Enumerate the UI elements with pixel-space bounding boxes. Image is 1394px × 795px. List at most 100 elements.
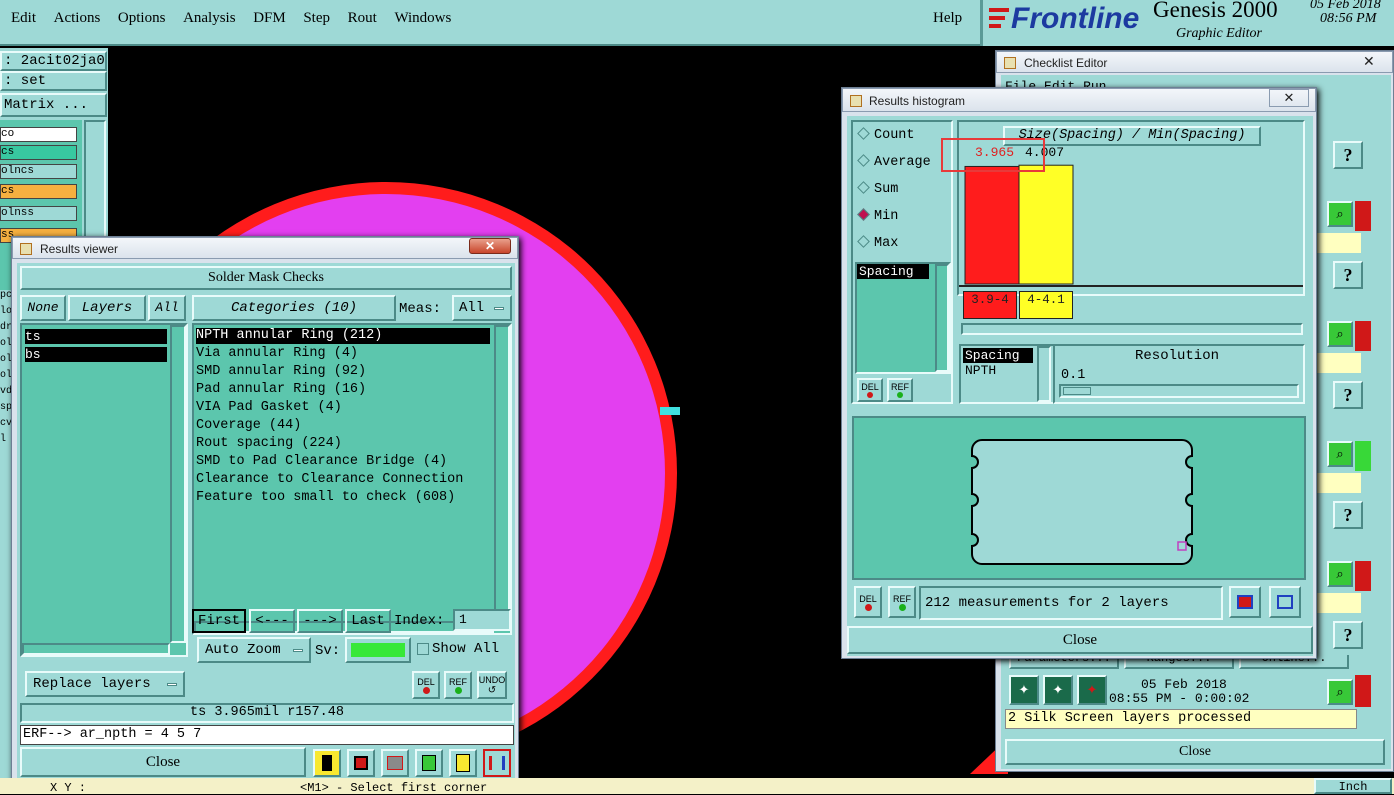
layers-scrollbar-h[interactable] [22, 643, 170, 655]
category-item[interactable]: Coverage (44) [196, 418, 301, 433]
checklist-title: Checklist Editor [1024, 56, 1108, 70]
resolution-slider[interactable] [1059, 384, 1299, 398]
category-item[interactable]: Feature too small to check (608) [196, 490, 455, 505]
category-item[interactable]: SMD to Pad Clearance Bridge (4) [196, 454, 447, 469]
status-red-flag [1355, 321, 1371, 351]
menu-rout[interactable]: Rout [348, 10, 377, 27]
run-icon[interactable]: ✦ [1077, 675, 1107, 705]
ref-button[interactable]: REF [888, 586, 916, 618]
help-button[interactable]: ? [1333, 261, 1363, 289]
spacing-scrollbar[interactable] [935, 264, 949, 372]
zoom-icon[interactable]: ⌕ [1327, 441, 1353, 467]
help-button[interactable]: ? [1333, 501, 1363, 529]
category-item[interactable]: Clearance to Clearance Connection [196, 472, 490, 487]
help-button[interactable]: ? [1333, 621, 1363, 649]
layer-cs2[interactable]: cs [0, 184, 77, 199]
menu-help[interactable]: Help [933, 10, 962, 27]
run-icon[interactable]: ✦ [1043, 675, 1073, 705]
layer-olncs[interactable]: olncs [0, 164, 77, 179]
menu-windows[interactable]: Windows [394, 10, 451, 27]
menu-step[interactable]: Step [303, 10, 330, 27]
graph-icon[interactable] [1269, 586, 1301, 618]
bins-scrollbar[interactable] [961, 323, 1303, 335]
report-icon[interactable] [449, 749, 477, 777]
prev-button[interactable]: <--- [249, 609, 295, 633]
ref-button[interactable]: REF [444, 671, 472, 699]
show-all-checkbox[interactable] [417, 643, 429, 655]
graph-icon[interactable] [1229, 586, 1261, 618]
histogram-close-button[interactable]: Close [847, 626, 1313, 654]
chip-icon[interactable] [381, 749, 409, 777]
run-icon[interactable]: ✦ [1009, 675, 1039, 705]
help-button[interactable]: ? [1333, 141, 1363, 169]
last-button[interactable]: Last [345, 609, 391, 633]
meas-scrollbar[interactable] [1037, 346, 1051, 402]
option-max[interactable]: Max [857, 235, 898, 251]
menu-edit[interactable]: Edit [11, 10, 36, 27]
meas-dropdown[interactable]: All [452, 295, 512, 321]
option-average[interactable]: Average [857, 154, 931, 170]
status-yellow-bar [1313, 593, 1361, 613]
layer-cs[interactable]: cs [0, 145, 77, 160]
del-button[interactable]: DEL [857, 378, 883, 402]
checklist-close-button[interactable]: Close [1005, 739, 1385, 765]
layer-item-ts[interactable]: ts [25, 329, 167, 344]
sv-label: Sv: [315, 643, 341, 659]
zoom-icon[interactable]: ⌕ [1327, 561, 1353, 587]
del-button[interactable]: DEL [412, 671, 440, 699]
close-icon[interactable]: ✕ [1269, 89, 1309, 107]
undo-button[interactable]: UNDO ↺ [477, 671, 507, 699]
zoom-dropdown[interactable]: Auto Zoom [197, 637, 311, 663]
spacing-list: Spacing [855, 262, 951, 374]
categories-list: NPTH annular Ring (212) Via annular Ring… [192, 323, 512, 635]
app-icon [1004, 57, 1016, 69]
category-item[interactable]: NPTH annular Ring (212) [196, 328, 490, 344]
all-layers-button[interactable]: All [148, 295, 186, 321]
help-button[interactable]: ? [1333, 381, 1363, 409]
layers-scrollbar-v[interactable] [170, 325, 186, 643]
close-icon[interactable]: ✕ [1363, 53, 1375, 70]
menu-analysis[interactable]: Analysis [183, 10, 236, 27]
close-button[interactable]: Close [20, 747, 306, 777]
none-button[interactable]: None [20, 295, 66, 321]
unit-button[interactable]: Inch [1314, 778, 1392, 794]
slider-thumb[interactable] [1063, 387, 1091, 395]
matrix-button[interactable]: Matrix ... [0, 93, 107, 117]
option-count[interactable]: Count [857, 127, 915, 143]
layer-co[interactable]: co [0, 127, 77, 142]
layer-item-bs[interactable]: bs [25, 347, 167, 362]
next-button[interactable]: ---> [297, 609, 343, 633]
option-min[interactable]: Min [857, 208, 898, 224]
measurement-item[interactable]: Spacing [963, 348, 1033, 363]
histogram-bar[interactable] [964, 165, 1020, 285]
category-item[interactable]: Pad annular Ring (16) [196, 382, 366, 397]
category-item[interactable]: VIA Pad Gasket (4) [196, 400, 342, 415]
category-item[interactable]: Rout spacing (224) [196, 436, 342, 451]
undo-icon: ↺ [487, 684, 497, 696]
layer-olnss[interactable]: olnss [0, 206, 77, 221]
replace-layers-dropdown[interactable]: Replace layers [25, 671, 185, 697]
category-item[interactable]: SMD annular Ring (92) [196, 364, 366, 379]
menu-options[interactable]: Options [118, 10, 166, 27]
category-item[interactable]: Via annular Ring (4) [196, 346, 358, 361]
close-icon[interactable]: ✕ [469, 238, 511, 254]
zoom-icon[interactable]: ⌕ [1327, 201, 1353, 227]
zoom-icon[interactable]: ⌕ [1327, 321, 1353, 347]
menu-actions[interactable]: Actions [54, 10, 101, 27]
option-label: Sum [874, 182, 899, 197]
histogram-bar[interactable] [1018, 164, 1074, 285]
spacing-list-item[interactable]: Spacing [857, 264, 929, 279]
first-button[interactable]: First [192, 609, 246, 633]
ref-button[interactable]: REF [887, 378, 913, 402]
menu-dfm[interactable]: DFM [253, 10, 286, 27]
histogram-icon[interactable] [483, 749, 511, 777]
severity-dropdown[interactable] [345, 637, 411, 663]
index-input[interactable]: 1 [453, 609, 511, 631]
categories-scrollbar-v[interactable] [494, 325, 510, 621]
compare-icon[interactable] [415, 749, 443, 777]
option-sum[interactable]: Sum [857, 181, 899, 197]
film-icon[interactable] [347, 749, 375, 777]
measure-icon[interactable] [313, 749, 341, 777]
zoom-icon[interactable]: ⌕ [1327, 679, 1353, 705]
del-button[interactable]: DEL [854, 586, 882, 618]
